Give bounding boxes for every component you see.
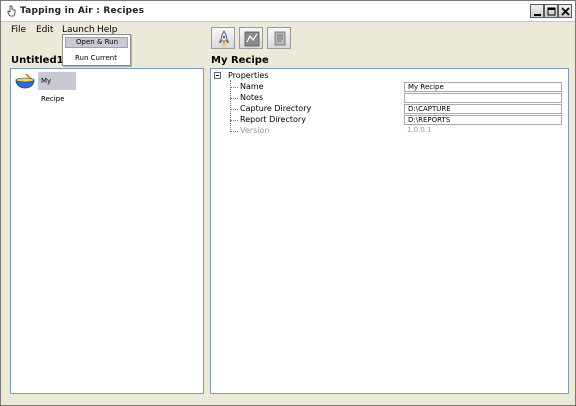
menu-edit[interactable]: Edit [36, 25, 53, 35]
property-tree: Properties Name My Recipe Notes Capture … [211, 69, 568, 149]
minimize-icon [534, 14, 541, 16]
launch-dropdown-menu: Open & Run Run Current [62, 34, 131, 66]
maximize-button[interactable] [544, 4, 558, 18]
window-title: Tapping in Air : Recipes [20, 6, 145, 16]
collapse-toggle-icon[interactable] [214, 72, 221, 79]
close-button[interactable] [558, 4, 572, 18]
property-version-value: 1.0.0.1 [404, 126, 562, 136]
tree-branch [230, 131, 238, 132]
rocket-icon [218, 30, 230, 47]
maximize-icon [547, 7, 556, 16]
minimize-button[interactable] [530, 4, 544, 18]
tree-branch [230, 120, 238, 121]
close-icon [561, 7, 570, 16]
document-icon [274, 31, 286, 46]
menu-item-run-current[interactable]: Run Current [65, 53, 128, 64]
app-hand-icon [5, 5, 17, 17]
property-report-directory-field[interactable]: D:\REPORTS [404, 115, 562, 125]
tree-branch [230, 98, 238, 99]
menu-item-open-run[interactable]: Open & Run [65, 37, 128, 48]
properties-panel: Properties Name My Recipe Notes Capture … [210, 68, 569, 394]
document-toolbar-button[interactable] [267, 27, 291, 49]
report-chart-icon [244, 31, 260, 47]
tree-branch [230, 87, 238, 88]
recipe-file-heading: Untitled1.recipe [11, 55, 65, 66]
menu-file[interactable]: File [11, 25, 26, 35]
recipe-node[interactable]: My Recipe [14, 72, 76, 103]
app-window: Tapping in Air : Recipes File Edit Launc… [0, 0, 576, 406]
launch-toolbar-button[interactable] [211, 27, 235, 49]
property-version-label: Version [240, 126, 270, 135]
property-name-label: Name [240, 82, 264, 91]
tree-branch [230, 109, 238, 110]
recipe-properties-heading: My Recipe [211, 55, 269, 66]
property-notes-label: Notes [240, 93, 264, 102]
property-capture-directory-label: Capture Directory [240, 104, 312, 113]
bowl-icon [14, 72, 36, 90]
recipe-tree-panel: My Recipe [10, 68, 204, 394]
property-report-directory-label: Report Directory [240, 115, 306, 124]
properties-root: Properties [228, 71, 269, 80]
property-name-field[interactable]: My Recipe [404, 82, 562, 92]
report-toolbar-button[interactable] [239, 27, 263, 49]
property-capture-directory-field[interactable]: D:\CAPTURE [404, 104, 562, 114]
property-notes-field[interactable] [404, 93, 562, 103]
recipe-label: My Recipe [38, 72, 76, 103]
title-bar[interactable]: Tapping in Air : Recipes [1, 1, 575, 22]
